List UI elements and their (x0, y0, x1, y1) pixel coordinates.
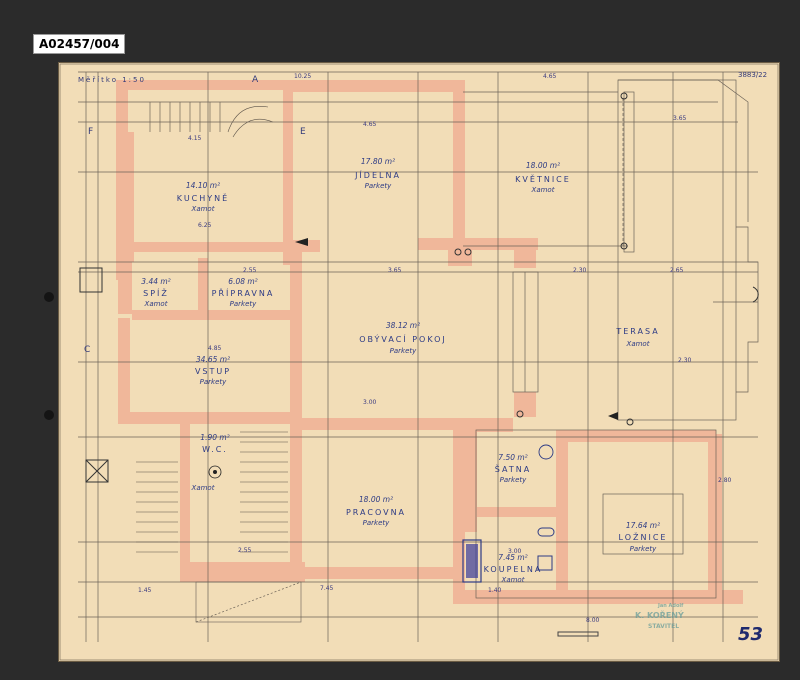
room-name-jidelna: JÍDELNA (354, 169, 401, 180)
dim-d8: 4.85 (208, 345, 222, 352)
room-floor-terasa: Xamot (626, 340, 650, 348)
room-floor-obyvaci: Parkety (390, 347, 417, 355)
dim-d10: 3.65 (388, 267, 402, 274)
architect-stamp: Jan Adolf K. KOŘENÝ STAVITEL (635, 603, 684, 630)
room-floor-loznice: Parkety (630, 545, 657, 553)
dim-top-overall: 10.25 (294, 73, 311, 80)
dim-d1: 4.15 (188, 135, 202, 142)
room-name-spiz: SPÍŽ (143, 287, 169, 298)
room-floor-kuchyne: Xamot (191, 205, 215, 213)
dim-d3: 3.65 (673, 115, 687, 122)
scale-bar (557, 631, 599, 637)
dim-d18: 1.40 (488, 587, 502, 594)
dim-d7: 2.65 (670, 267, 684, 274)
dim-d14: 3.00 (508, 548, 522, 555)
room-floor-kvetnice: Xamot (531, 186, 555, 194)
dim-d5: 6.25 (198, 222, 212, 229)
room-floor-vstup: Parkety (200, 378, 227, 386)
room-floor-satna: Parkety (500, 476, 527, 484)
room-name-obyvaci: OBÝVACÍ POKOJ (359, 333, 447, 344)
room-name-kvetnice: KVĚTNICE (515, 173, 571, 184)
svg-text:K. KOŘENÝ: K. KOŘENÝ (635, 609, 684, 620)
room-area-kvetnice: 18.00 m² (526, 161, 560, 170)
archive-code-label: A02457/004 (33, 34, 126, 54)
dim-d11: 2.55 (238, 547, 252, 554)
room-labels: 14.10 m² KUCHYNĚ Xamot 17.80 m² JÍDELNA … (141, 157, 668, 584)
room-area-spiz: 3.44 m² (141, 277, 170, 286)
room-name-koupelna: KOUPELNA (484, 565, 543, 574)
dim-d13: 7.45 (320, 585, 334, 592)
dim-d2: 4.65 (363, 121, 377, 128)
room-area-pracovna: 18.00 m² (359, 495, 393, 504)
section-mark-f: F (88, 127, 93, 137)
dim-d17: 2.80 (718, 477, 732, 484)
dim-d15: 8.00 (586, 617, 600, 624)
room-name-pracovna: PRACOVNA (346, 508, 406, 517)
room-area-loznice: 17.64 m² (626, 521, 660, 530)
room-name-satna: ŠATNA (495, 463, 531, 474)
scale-label: Měřítko 1:50 (78, 76, 146, 84)
room-floor-koupelna: Xamot (501, 576, 525, 584)
dim-top-right: 4.65 (543, 73, 557, 80)
dim-d9: 3.00 (363, 399, 377, 406)
room-floor-spiz: Xamot (144, 300, 168, 308)
page-number: 53 (738, 624, 763, 645)
room-name-terasa: TERASA (615, 327, 659, 336)
room-name-loznice: LOŽNICE (619, 531, 668, 542)
punch-hole-top (44, 292, 54, 302)
room-floor-pracovna: Parkety (363, 519, 390, 527)
dim-d6: 2.30 (573, 267, 587, 274)
room-name-pripravna: PŘÍPRAVNA (212, 287, 275, 298)
drawing-number: 3883/22 (738, 71, 767, 79)
section-mark-a: A (252, 75, 259, 85)
svg-text:Jan Adolf: Jan Adolf (657, 603, 684, 609)
room-area-obyvaci: 38.12 m² (386, 321, 420, 330)
dim-d16: 2.30 (678, 357, 692, 364)
room-area-pripravna: 6.08 m² (228, 277, 257, 286)
svg-text:STAVITEL: STAVITEL (648, 623, 679, 630)
room-name-vstup: VSTUP (195, 367, 231, 376)
room-name-wc: W.C. (202, 445, 228, 454)
room-area-jidelna: 17.80 m² (361, 157, 395, 166)
section-mark-e: E (300, 127, 306, 137)
blueprint-sheet: A E F C Měřítko 1:50 3883/22 14.10 m² KU… (58, 62, 780, 662)
room-area-kuchyne: 14.10 m² (186, 181, 220, 190)
room-floor-jidelna: Parkety (365, 182, 392, 190)
room-name-kuchyne: KUCHYNĚ (177, 192, 229, 203)
dim-d12: 1.45 (138, 587, 152, 594)
punch-hole-bottom (44, 410, 54, 420)
room-area-satna: 7.50 m² (498, 453, 527, 462)
section-mark-c: C (84, 345, 90, 355)
room-area-vstup: 34.65 m² (196, 355, 230, 364)
room-floor-pripravna: Parkety (230, 300, 257, 308)
floor-plan-drawing: A E F C Měřítko 1:50 3883/22 14.10 m² KU… (59, 63, 779, 661)
room-floor-wc: Xamot (191, 484, 215, 492)
dim-d4: 2.55 (243, 267, 257, 274)
room-area-wc: 1.90 m² (200, 433, 229, 442)
